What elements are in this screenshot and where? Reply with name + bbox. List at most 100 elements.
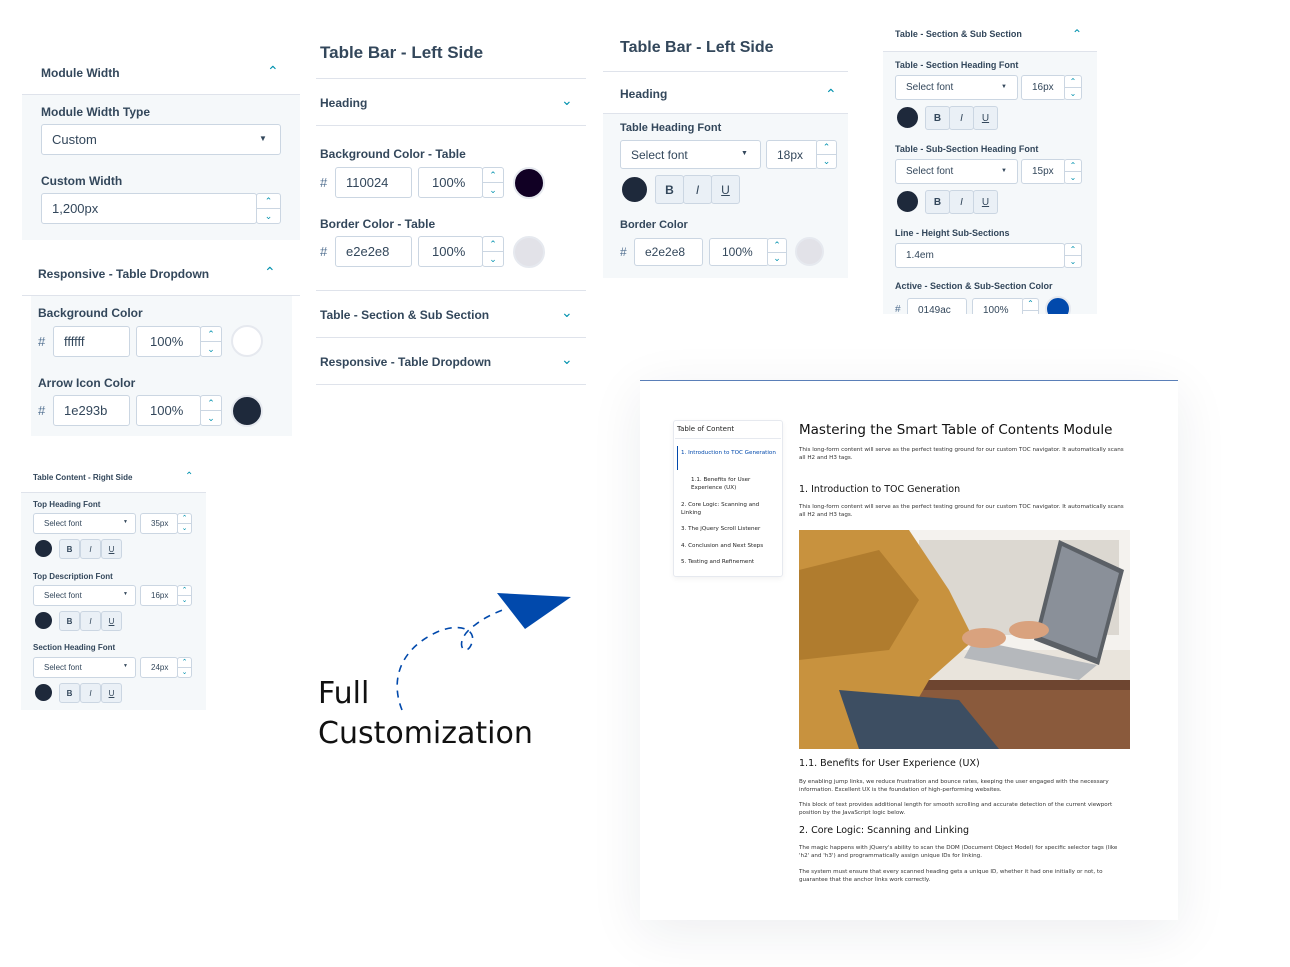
bold-button[interactable]: B [655,175,684,204]
line-height-stepper[interactable]: ⌃ ⌄ [1064,243,1082,268]
top-desc-size-stepper[interactable]: ⌃ ⌄ [177,585,192,606]
arrow-color-swatch[interactable] [231,395,263,427]
down-arrow-icon[interactable]: ⌄ [483,252,503,266]
sub-font-select[interactable]: Select font [895,159,1018,184]
bg-table-opacity-input[interactable]: 100% [418,167,483,198]
italic-button[interactable]: I [80,539,101,559]
heading-font-select[interactable]: Select font [620,140,761,169]
down-arrow-icon[interactable]: ⌄ [257,209,280,223]
chevron-up-icon[interactable]: ⌃ [185,472,193,482]
section-size-input[interactable]: 16px [1021,75,1066,100]
width-type-select[interactable]: Custom [41,124,281,155]
heading-color-swatch[interactable] [620,175,649,204]
sub-size-input[interactable]: 15px [1021,159,1066,184]
heading-border-hex-input[interactable]: e2e2e8 [634,238,703,266]
line-height-input[interactable]: 1.4em [895,243,1065,268]
heading-border-opacity-stepper[interactable]: ⌃ ⌄ [767,238,787,266]
sub-size-stepper[interactable]: ⌃ ⌄ [1064,159,1082,184]
bg-table-swatch[interactable] [513,167,545,199]
section-sub-title[interactable]: Table - Section & Sub Section [320,308,489,322]
border-table-hex-input[interactable]: e2e2e8 [335,236,412,267]
toc-item[interactable]: 1.1. Benefits for User Experience (UX) [691,476,777,492]
heading-size-stepper[interactable]: ⌃ ⌄ [816,140,837,169]
bold-button[interactable]: B [59,611,80,631]
down-arrow-icon[interactable]: ⌄ [817,155,836,168]
arrow-opacity-stepper[interactable]: ⌃ ⌄ [200,395,222,426]
bg-color-swatch[interactable] [231,325,263,357]
border-table-opacity-stepper[interactable]: ⌃ ⌄ [482,236,504,267]
underline-button[interactable]: U [101,611,122,631]
border-table-opacity-input[interactable]: 100% [418,236,483,267]
up-arrow-icon[interactable]: ⌃ [1065,76,1081,88]
heading-border-swatch[interactable] [795,237,824,266]
up-arrow-icon[interactable]: ⌃ [178,586,191,596]
up-arrow-icon[interactable]: ⌃ [768,239,786,253]
active-opacity-stepper[interactable]: ⌃⌄ [1022,298,1039,314]
sub-color-swatch[interactable] [895,189,920,214]
section-size-stepper[interactable]: ⌃ ⌄ [1064,75,1082,100]
underline-button[interactable]: U [101,683,122,703]
down-arrow-icon[interactable]: ⌄ [1065,256,1081,267]
underline-button[interactable]: U [973,106,998,130]
bg-hex-input[interactable]: ffffff [53,326,130,357]
toc-item[interactable]: 4. Conclusion and Next Steps [681,543,777,549]
section-heading-size-stepper[interactable]: ⌃ ⌄ [177,657,192,678]
down-arrow-icon[interactable]: ⌄ [178,668,191,677]
bg-table-opacity-stepper[interactable]: ⌃ ⌄ [482,167,504,198]
down-arrow-icon[interactable]: ⌄ [768,253,786,266]
bold-button[interactable]: B [59,683,80,703]
bold-button[interactable]: B [925,190,950,214]
responsive-dropdown-title[interactable]: Responsive - Table Dropdown [320,355,491,369]
top-heading-color-swatch[interactable] [33,538,54,559]
heading-section-title[interactable]: Heading [320,96,367,110]
active-opacity-input[interactable]: 100% [972,298,1024,314]
up-arrow-icon[interactable]: ⌃ [201,396,221,411]
italic-button[interactable]: I [80,683,101,703]
toc-item[interactable]: 1. Introduction to TOC Generation [681,449,777,457]
custom-width-stepper[interactable]: ⌃ ⌄ [256,193,281,224]
up-arrow-icon[interactable]: ⌃ [483,168,503,183]
chevron-up-icon[interactable]: ⌃ [1072,28,1082,40]
heading-border-opacity-input[interactable]: 100% [709,238,769,266]
section-color-swatch[interactable] [895,105,920,130]
top-heading-size-stepper[interactable]: ⌃ ⌄ [177,513,192,534]
underline-button[interactable]: U [101,539,122,559]
toc-item[interactable]: 3. The jQuery Scroll Listener [681,526,777,532]
section-heading-color-swatch[interactable] [33,682,54,703]
section-heading-size-input[interactable]: 24px [140,657,178,678]
top-desc-select[interactable]: Select font [33,585,136,606]
down-arrow-icon[interactable]: ⌄ [201,411,221,425]
toc-item[interactable]: 2. Core Logic: Scanning and Linking [681,501,777,517]
bg-table-hex-input[interactable]: 110024 [335,167,412,198]
italic-button[interactable]: I [949,190,974,214]
heading-size-input[interactable]: 18px [766,140,818,169]
down-arrow-icon[interactable]: ⌄ [1065,88,1081,99]
active-color-swatch[interactable] [1045,296,1071,314]
down-arrow-icon[interactable]: ⌄ [178,596,191,605]
chevron-up-icon[interactable]: ⌃ [264,265,276,279]
up-arrow-icon[interactable]: ⌃ [1065,160,1081,172]
arrow-opacity-input[interactable]: 100% [136,395,201,426]
top-heading-select[interactable]: Select font [33,513,136,534]
up-arrow-icon[interactable]: ⌃ [1023,299,1038,311]
down-arrow-icon[interactable]: ⌄ [178,524,191,533]
chevron-down-icon[interactable]: ⌄ [561,352,573,366]
bg-opacity-input[interactable]: 100% [136,326,201,357]
section-heading-select[interactable]: Select font [33,657,136,678]
up-arrow-icon[interactable]: ⌃ [257,194,280,209]
down-arrow-icon[interactable]: ⌄ [1065,172,1081,183]
up-arrow-icon[interactable]: ⌃ [178,658,191,668]
up-arrow-icon[interactable]: ⌃ [1065,244,1081,256]
italic-button[interactable]: I [683,175,712,204]
up-arrow-icon[interactable]: ⌃ [817,141,836,155]
up-arrow-icon[interactable]: ⌃ [178,514,191,524]
chevron-up-icon[interactable]: ⌃ [825,87,837,101]
chevron-up-icon[interactable]: ⌃ [267,64,279,78]
toc-item[interactable]: 5. Testing and Refinement [681,559,777,565]
down-arrow-icon[interactable]: ⌄ [483,183,503,197]
section-font-select[interactable]: Select font [895,75,1018,100]
top-heading-size-input[interactable]: 35px [140,513,178,534]
up-arrow-icon[interactable]: ⌃ [201,327,221,342]
active-hex-input[interactable]: 0149ac [907,298,967,314]
border-table-swatch[interactable] [513,236,545,268]
